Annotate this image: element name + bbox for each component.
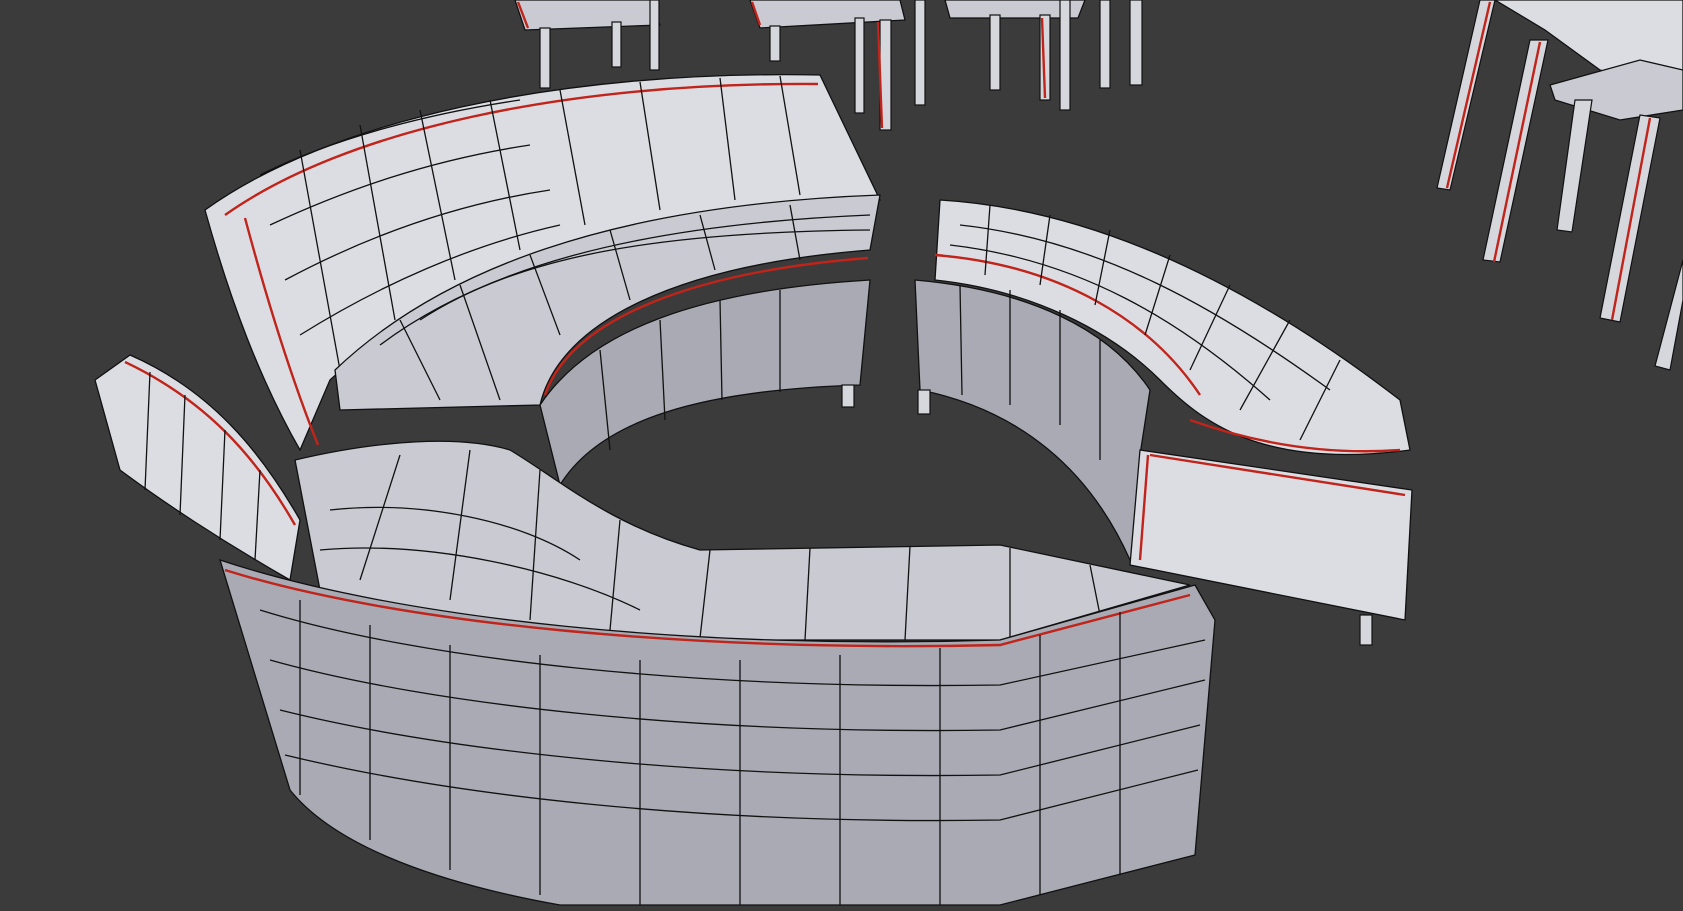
sofa-curved-back-left[interactable] <box>204 74 882 487</box>
chair-top-right[interactable] <box>944 0 1143 111</box>
scene-render <box>94 0 1683 906</box>
chair-top-left[interactable] <box>514 0 661 89</box>
3d-viewport[interactable] <box>0 0 1683 911</box>
chair-right-cluster[interactable] <box>1436 0 1683 371</box>
